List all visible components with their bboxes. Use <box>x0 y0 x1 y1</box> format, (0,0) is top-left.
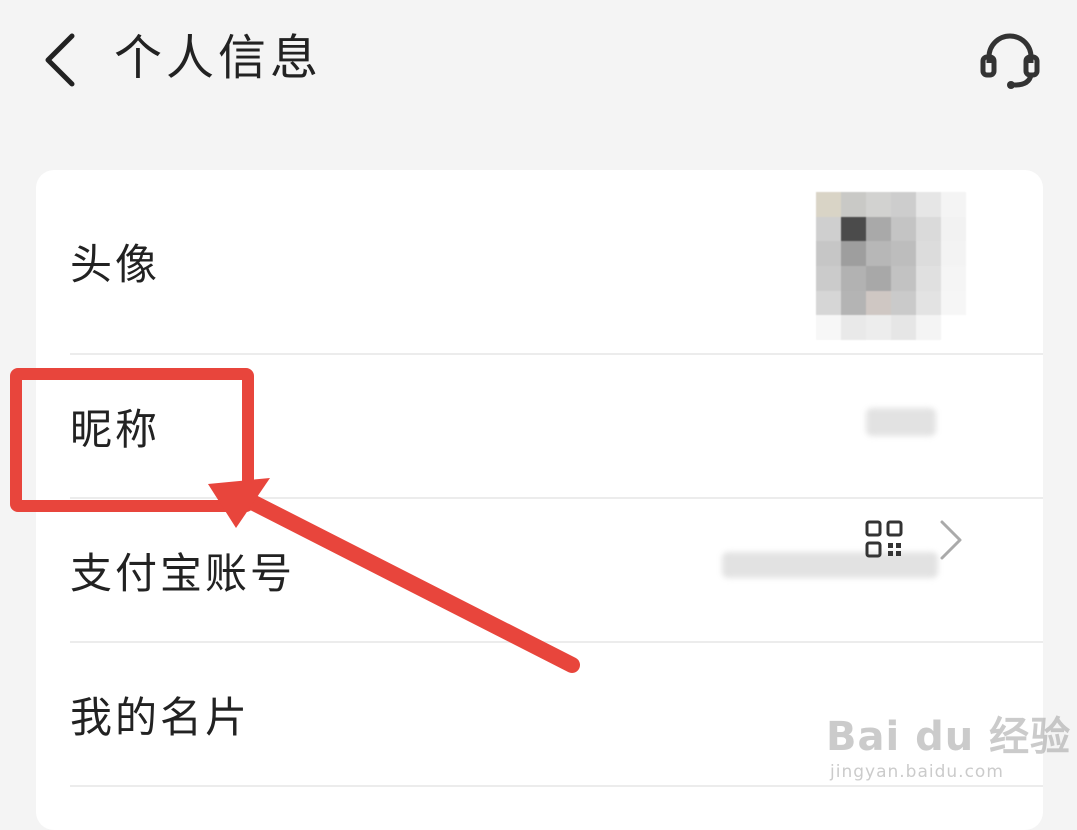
annotation-arrow <box>208 478 580 673</box>
watermark-sub: jingyan.baidu.com <box>830 762 1004 782</box>
watermark: Bai du 经验 jingyan.baidu.com <box>826 715 1071 785</box>
watermark-main: Bai du 经验 <box>826 714 1072 760</box>
